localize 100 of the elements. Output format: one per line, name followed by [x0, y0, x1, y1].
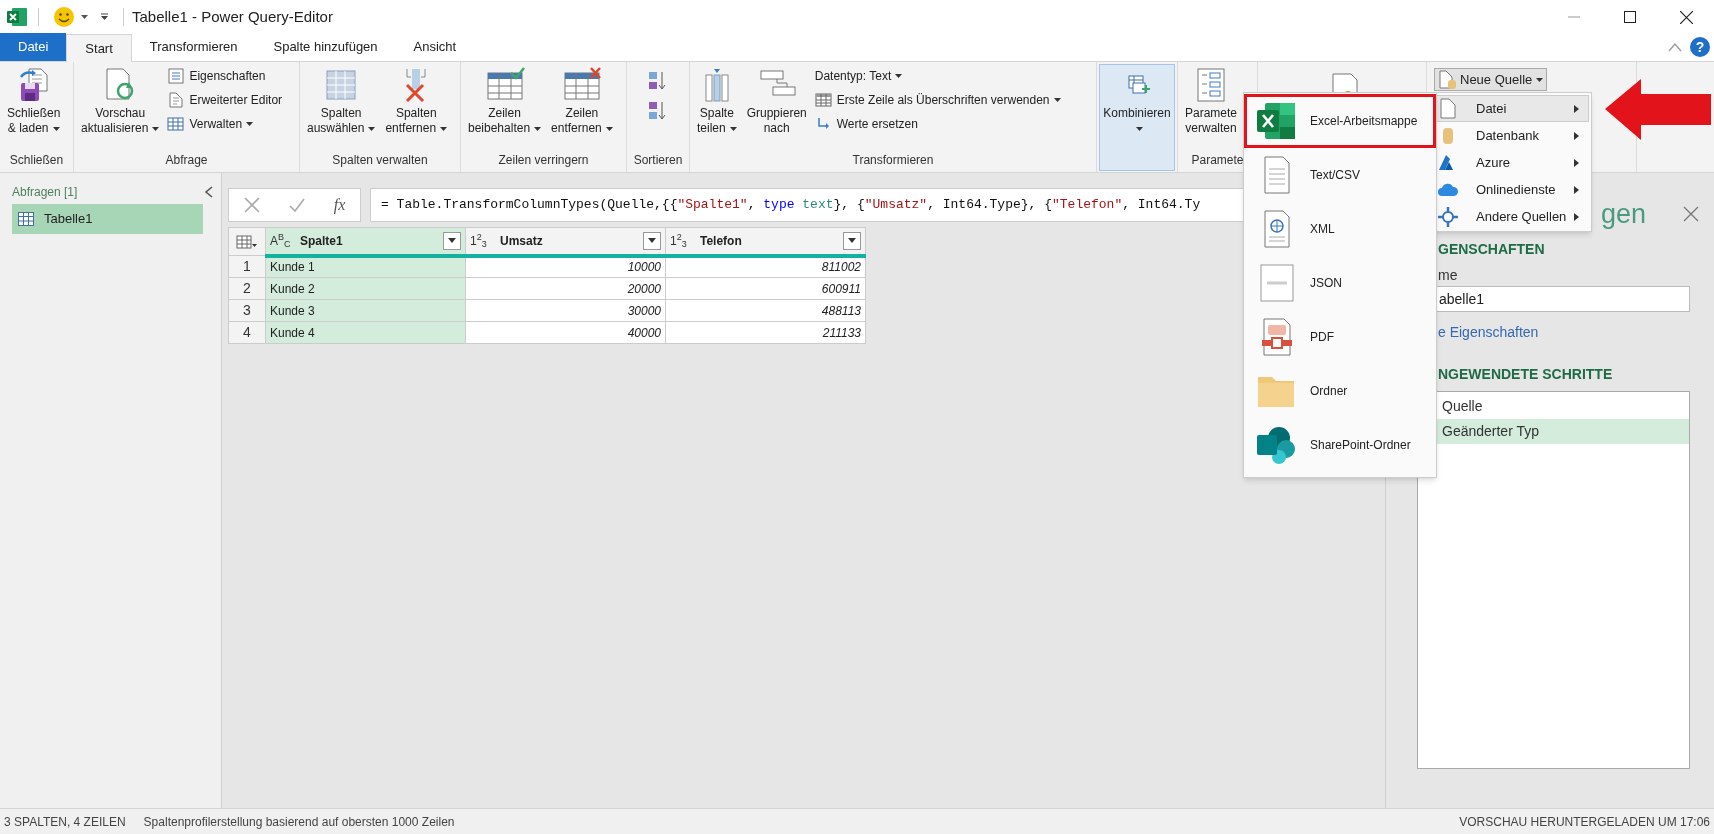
table-header-icon: [814, 91, 833, 108]
table-cell: Kunde 3: [265, 299, 466, 322]
column-header[interactable]: A$^{B}$$_{C}$ Spalte1: [265, 227, 466, 256]
spreadsheet-app-icon: [1255, 101, 1297, 141]
ribbon-button[interactable]: Zeilen entfernen: [547, 62, 617, 150]
ribbon-small-button[interactable]: Eigenschaften: [165, 64, 285, 87]
ribbon-button[interactable]: Spalte teilen: [693, 62, 741, 150]
collapse-ribbon-icon: [1668, 42, 1682, 52]
row-number: 3: [228, 299, 266, 322]
ribbon-button[interactable]: Spalten auswählen: [303, 62, 380, 150]
help-button[interactable]: ?: [1690, 37, 1710, 57]
status-text: Spaltenprofilerstellung basierend auf obersten 1000 Zeilen: [143, 813, 455, 831]
properties-link[interactable]: e Eigenschaften: [1438, 324, 1539, 340]
ribbon-tab[interactable]: Datei: [0, 33, 67, 61]
caret-icon: [448, 238, 456, 244]
connector-icon: [1438, 206, 1458, 227]
column-name: Spalte1: [300, 232, 343, 250]
ribbon-button[interactable]: Schließen & laden: [3, 62, 65, 150]
function-symbol[interactable]: fx: [333, 193, 346, 217]
table-icon: [18, 212, 34, 226]
section-heading: GENSCHAFTEN: [1438, 240, 1546, 259]
ribbon-tab[interactable]: Start: [66, 34, 132, 62]
row-number: 1: [228, 255, 266, 278]
document-icon: [1439, 97, 1457, 120]
group-label: Abfrage: [164, 152, 209, 169]
column-name: Umsatz: [500, 232, 543, 250]
smiley-icon: [53, 6, 75, 28]
submenu-arrow-icon: [1574, 158, 1579, 167]
menu-item[interactable]: PDF: [1244, 310, 1436, 364]
ribbon-tab[interactable]: Spalte hinzufügen: [255, 33, 396, 61]
cancel-icon: [243, 197, 260, 213]
ribbon-small-button[interactable]: Erweiterter Editor: [165, 88, 285, 111]
caret-icon: [848, 238, 856, 244]
spreadsheet-app-icon: [6, 6, 28, 28]
collapse-pane-icon: [204, 186, 213, 198]
filter-button[interactable]: [443, 231, 461, 250]
filter-button[interactable]: [643, 231, 661, 250]
ribbon-small-button[interactable]: Erste Zeile als Überschriften verwenden: [812, 88, 1063, 111]
column-grid-icon: [324, 67, 359, 103]
maximize-icon: [1624, 11, 1636, 23]
table-cell: 600911: [665, 277, 866, 300]
table-cell: 40000: [465, 321, 666, 344]
ribbon-button[interactable]: Zeilen beibehalten: [464, 62, 546, 150]
ribbon-tab[interactable]: Transformieren: [131, 33, 256, 61]
table-icon: [167, 115, 186, 132]
cloud-icon: [1437, 181, 1459, 198]
group-label: Schließen: [8, 152, 65, 169]
group-label: Sortieren: [632, 152, 684, 169]
ribbon-small-button[interactable]: Verwalten: [165, 112, 285, 135]
query-item[interactable]: Tabelle1: [12, 204, 203, 234]
close-icon: [1679, 10, 1693, 24]
menu-item[interactable]: Ordner: [1244, 364, 1436, 418]
column-name: Telefon: [700, 232, 742, 250]
group-label: Transformieren: [851, 152, 935, 169]
status-text: VORSCHAU HERUNTERGELADEN UM 17:06: [1459, 813, 1710, 831]
row-number: 2: [228, 277, 266, 300]
panel-title: gen: [1601, 197, 1647, 231]
caret-icon: [81, 15, 88, 19]
remove-rows-icon: [561, 67, 602, 103]
row-number: 4: [228, 321, 266, 344]
submenu-arrow-icon: [1574, 185, 1579, 194]
keep-rows-icon: [484, 67, 525, 103]
ribbon-small-button[interactable]: Datentyp: Text: [812, 64, 1063, 87]
table-cell: 20000: [465, 277, 666, 300]
section-heading: NGEWENDETE SCHRITTE: [1438, 365, 1614, 384]
ribbon-button[interactable]: Spalten entfernen: [381, 62, 452, 150]
table-cell: Kunde 4: [265, 321, 466, 344]
submenu-arrow-icon: [1574, 131, 1579, 140]
ribbon-small-button[interactable]: Werte ersetzen: [812, 112, 1063, 135]
parameter-list-icon: [1194, 67, 1228, 103]
table-cell: 30000: [465, 299, 666, 322]
menu-item[interactable]: Excel-Arbeitsmappe: [1244, 94, 1436, 148]
collaboration-logo-icon: [1255, 425, 1297, 465]
confirm-icon: [288, 197, 305, 213]
group-label: Spalten verwalten: [331, 152, 429, 169]
ribbon-button[interactable]: Paramete verwalten: [1181, 62, 1242, 150]
caret-icon: [648, 238, 656, 244]
table-menu-icon: [236, 234, 258, 249]
close-icon: [1683, 206, 1700, 222]
ribbon-tab[interactable]: Ansicht: [395, 33, 475, 61]
group-label: Paramete: [1190, 152, 1245, 169]
table-cell: Kunde 2: [265, 277, 466, 300]
ribbon-button[interactable]: Vorschau aktualisieren: [77, 62, 164, 150]
queries-header: Abfragen [1]: [12, 184, 78, 201]
new-source-button[interactable]: Neue Quelle: [1434, 68, 1548, 91]
table-cell: 10000: [465, 255, 666, 278]
field-label: me: [1438, 266, 1459, 285]
table-cell: 488113: [665, 299, 866, 322]
ribbon-button[interactable]: Kombinieren: [1099, 64, 1175, 171]
group-label: Zeilen verringern: [497, 152, 590, 169]
filter-button[interactable]: [843, 231, 861, 250]
customize-toolbar-icon: [100, 13, 109, 21]
properties-icon: [167, 67, 186, 84]
new-source-icon: [1438, 69, 1458, 90]
status-text: 3 SPALTEN, 4 ZEILEN: [4, 813, 126, 831]
table-cell: 211133: [665, 321, 866, 344]
editor-icon: [167, 91, 186, 108]
ribbon-button[interactable]: Gruppieren nach: [742, 62, 811, 150]
submenu-arrow-icon: [1574, 104, 1579, 113]
table-cell: 811002: [665, 255, 866, 278]
